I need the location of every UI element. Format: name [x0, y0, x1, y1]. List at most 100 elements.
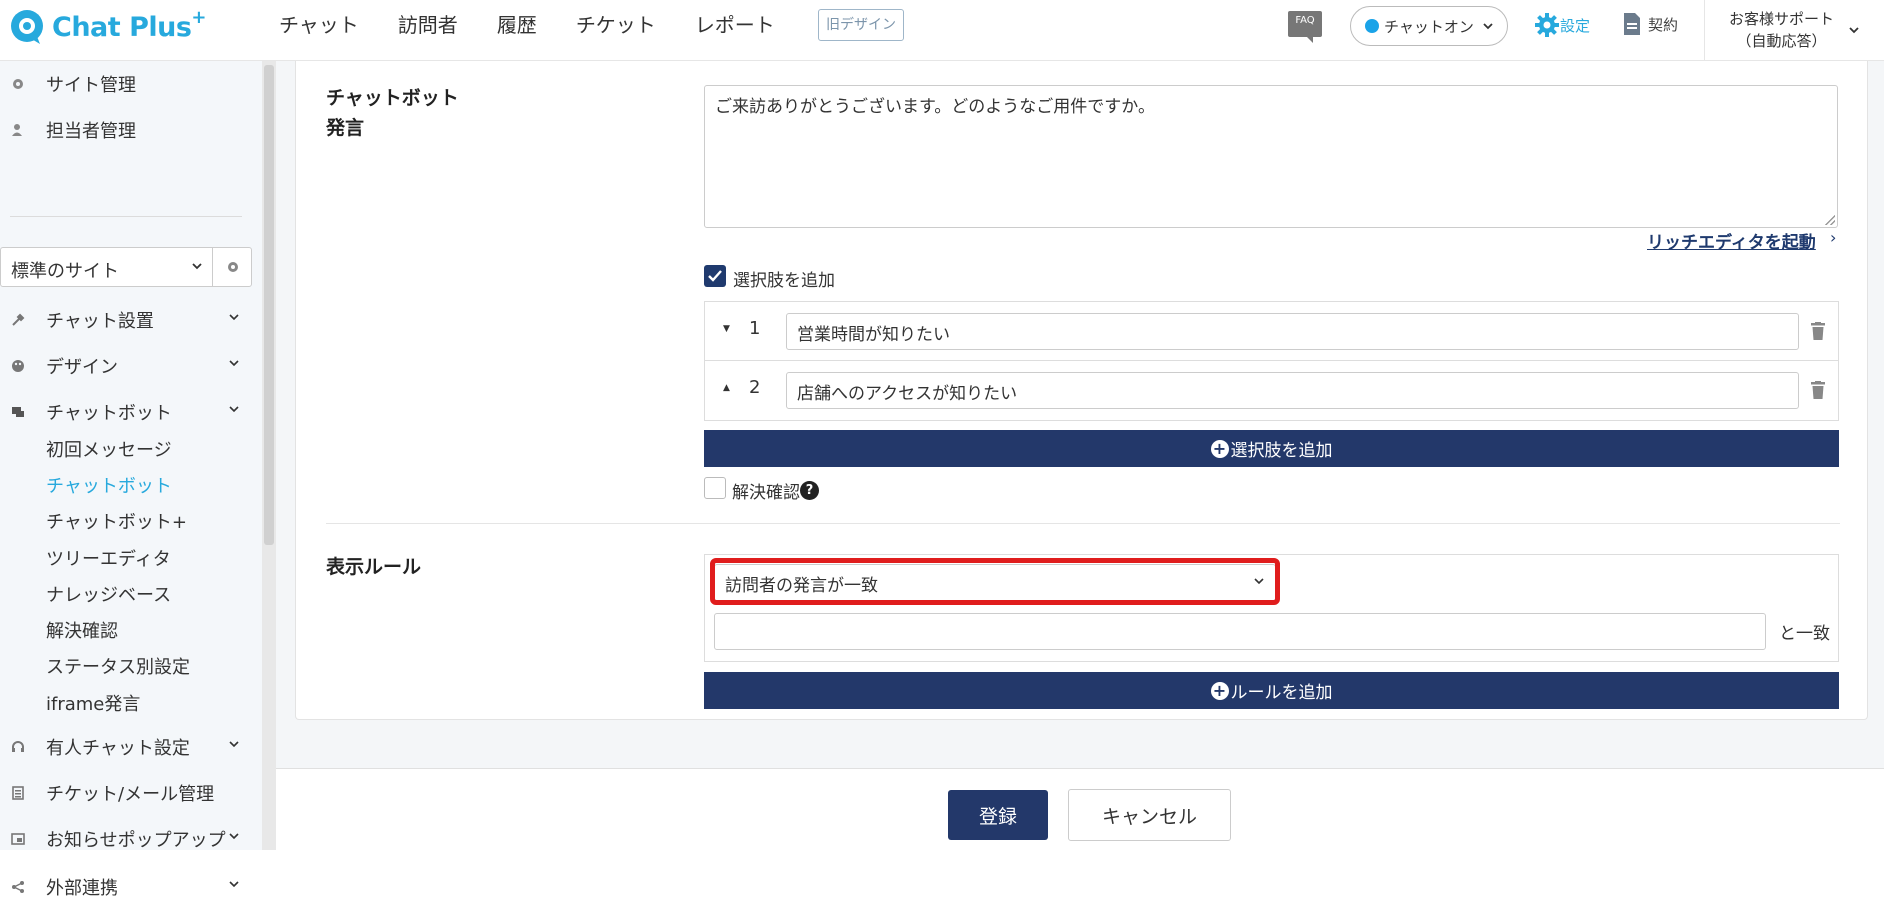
section-divider [326, 523, 1840, 524]
support-text: お客様サポート （自動応答） [1729, 8, 1834, 52]
move-down-icon[interactable]: ▼ [723, 324, 730, 334]
cancel-button[interactable]: キャンセル [1068, 789, 1231, 841]
support-menu[interactable]: お客様サポート （自動応答） [1704, 0, 1884, 60]
choice-number: 2 [749, 377, 761, 398]
choice-input[interactable]: 店舗へのアクセスが知りたい [786, 372, 1799, 409]
gear-icon [10, 76, 26, 92]
resize-handle-icon[interactable] [1825, 215, 1835, 225]
chevron-down-icon [229, 360, 239, 367]
submit-button[interactable]: 登録 [948, 790, 1048, 840]
sidebar-item-chat-setup[interactable]: チャット設置 [10, 305, 240, 335]
sidebar-sub-first-message[interactable]: 初回メッセージ [46, 436, 172, 462]
chat-bubble-logo-icon [11, 10, 43, 44]
site-settings-gear-icon[interactable] [212, 248, 252, 286]
add-rule-button-label: ルールを追加 [1230, 683, 1333, 703]
sidebar-sub-chatbot-plus[interactable]: チャットボット+ [46, 508, 187, 534]
chevron-down-icon [1483, 23, 1493, 30]
choice-input[interactable]: 営業時間が知りたい [786, 313, 1799, 350]
bot-message-label-line2: 発言 [326, 117, 365, 139]
add-rule-button[interactable]: + ルールを追加 [704, 672, 1839, 709]
chevron-down-icon [229, 314, 239, 321]
faq-icon[interactable]: FAQ [1288, 11, 1322, 43]
logo-text: Chat Plus [52, 11, 192, 43]
add-choice-button-label: 選択肢を追加 [1230, 441, 1333, 461]
top-header: Chat Plus + チャット 訪問者 履歴 チケット レポート 旧デザイン … [0, 0, 1884, 61]
chevron-down-icon [1849, 27, 1859, 34]
rich-editor-link[interactable]: リッチエディタを起動 [1647, 228, 1816, 253]
sidebar-item-label: 外部連携 [46, 878, 118, 899]
add-choices-label: 選択肢を追加 [733, 271, 835, 291]
chevron-right-icon: › [1830, 228, 1837, 247]
sidebar-sub-chatbot[interactable]: チャットボット [46, 472, 172, 498]
user-gear-icon [10, 122, 26, 138]
choice-number: 1 [749, 318, 761, 339]
sidebar-item-ticket-mail[interactable]: チケット/メール管理 [10, 778, 240, 808]
support-line1: お客様サポート [1729, 10, 1835, 28]
chat-bubbles-icon [10, 404, 26, 420]
popup-icon [10, 831, 26, 847]
nav-chat[interactable]: チャット [279, 10, 378, 40]
sidebar-item-label: デザイン [46, 357, 118, 378]
old-design-button[interactable]: 旧デザイン [818, 9, 904, 41]
sidebar-item-design[interactable]: デザイン [10, 351, 240, 381]
sidebar-sub-tree-editor[interactable]: ツリーエディタ [46, 545, 171, 571]
nav-reports[interactable]: レポート [695, 10, 794, 40]
site-select[interactable]: 標準のサイト [0, 247, 252, 287]
headset-icon [10, 739, 26, 755]
trash-icon[interactable] [1811, 381, 1825, 399]
help-icon[interactable]: ? [800, 481, 819, 500]
main-nav: チャット 訪問者 履歴 チケット レポート [279, 10, 814, 40]
sidebar-item-chatbot[interactable]: チャットボット [10, 397, 240, 427]
tools-icon [10, 312, 26, 328]
sidebar-item-site-admin[interactable]: サイト管理 [10, 69, 240, 99]
logo-plus: + [191, 6, 207, 28]
move-up-icon[interactable]: ▲ [723, 383, 730, 393]
display-rule-label: 表示ルール [326, 556, 422, 578]
plus-circle-icon: + [1210, 681, 1229, 700]
sidebar-item-external[interactable]: 外部連携 [10, 872, 240, 902]
plus-circle-icon: + [1210, 439, 1229, 458]
sidebar-sub-status-settings[interactable]: ステータス別設定 [46, 653, 190, 679]
choice-text: 営業時間が知りたい [797, 325, 950, 345]
palette-icon [10, 358, 26, 374]
chatplus-logo[interactable]: Chat Plus + [8, 6, 207, 46]
choice-text: 店舗へのアクセスが知りたい [797, 384, 1018, 404]
bot-message-label-line1: チャットボット [326, 87, 459, 109]
resolve-confirm-checkbox[interactable] [704, 477, 726, 499]
sidebar-item-label: 担当者管理 [46, 121, 136, 142]
sidebar-sub-knowledge-base[interactable]: ナレッジベース [46, 581, 171, 607]
chevron-down-icon [192, 263, 202, 270]
sidebar-sub-iframe-message[interactable]: iframe発言 [46, 690, 140, 716]
contract-link[interactable]: 契約 [1622, 12, 1678, 36]
nav-visitors[interactable]: 訪問者 [398, 10, 477, 40]
share-icon [10, 879, 26, 895]
sidebar-item-label: サイト管理 [46, 75, 136, 96]
resolve-confirm-label: 解決確認 [732, 483, 800, 503]
sidebar-item-label: お知らせポップアップ [46, 830, 226, 851]
add-choice-button[interactable]: + 選択肢を追加 [704, 430, 1839, 467]
chat-status-toggle[interactable]: チャットオン [1350, 6, 1508, 46]
choice-row: ▼ 1 営業時間が知りたい [705, 302, 1838, 361]
sidebar-item-live-chat[interactable]: 有人チャット設定 [10, 732, 240, 762]
sidebar-scrollbar-thumb[interactable] [264, 65, 274, 545]
nav-history[interactable]: 履歴 [497, 10, 556, 40]
checkmark-icon [708, 270, 722, 282]
sidebar-item-staff-admin[interactable]: 担当者管理 [10, 115, 240, 145]
trash-icon[interactable] [1811, 322, 1825, 340]
support-line2: （自動応答） [1736, 32, 1827, 50]
sidebar-item-label: チャットボット [46, 403, 172, 424]
document-icon [1624, 13, 1640, 35]
nav-tickets[interactable]: チケット [576, 10, 675, 40]
rule-match-input[interactable] [714, 613, 1766, 650]
add-choices-checkbox[interactable] [704, 265, 726, 287]
sidebar-sub-resolve-confirm[interactable]: 解決確認 [46, 617, 118, 643]
list-icon [10, 785, 26, 801]
bot-message-text: ご来訪ありがとうございます。どのようなご用件ですか。 [715, 97, 1155, 117]
settings-link[interactable]: 設定 [1534, 12, 1590, 38]
settings-label: 設定 [1560, 16, 1591, 35]
bot-message-textarea[interactable]: ご来訪ありがとうございます。どのようなご用件ですか。 [704, 85, 1838, 228]
sidebar-item-label: 有人チャット設定 [46, 738, 190, 759]
sidebar: サイト管理 担当者管理 標準のサイト チャット設置 デザイン チャットボット 初… [0, 61, 262, 899]
contract-label: 契約 [1648, 15, 1679, 34]
chat-status-label: チャットオン [1384, 17, 1474, 36]
